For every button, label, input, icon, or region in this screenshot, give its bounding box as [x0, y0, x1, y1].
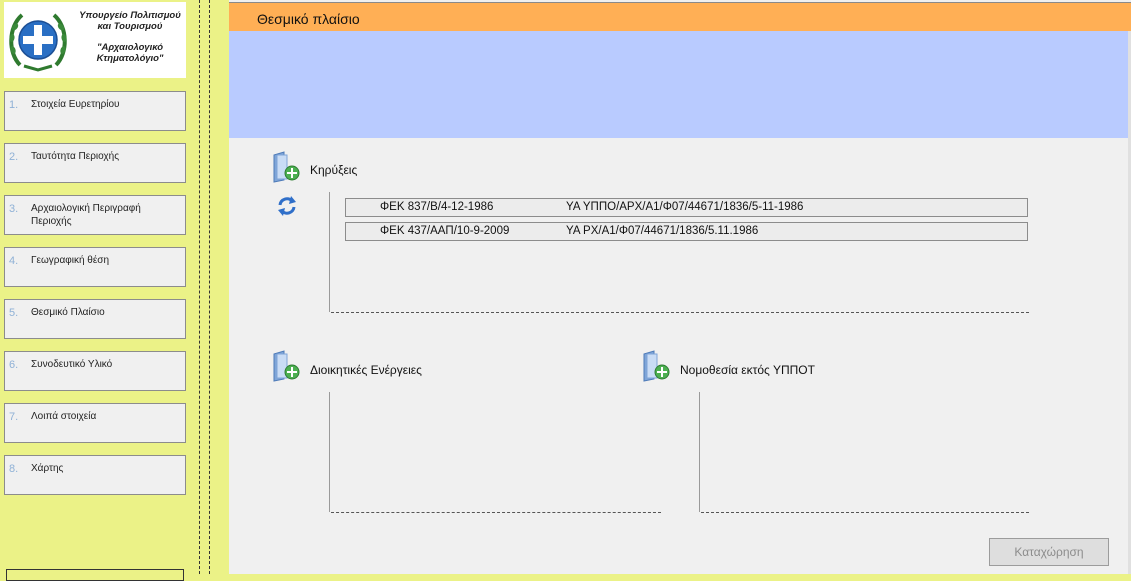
sidebar-item-area-identity[interactable]: 2. Ταυτότητα Περιοχής [4, 143, 186, 183]
project-name-line1: "Αρχαιολογικό [96, 42, 164, 53]
ministry-logo: Υπουργείο Πολιτισμού και Τουρισμού "Αρχα… [4, 2, 186, 78]
sidebar-item-geographic-location[interactable]: 4. Γεωγραφική θέση [4, 247, 186, 287]
admin-actions-panel-bottom [331, 512, 661, 513]
main-content: Θεσμικό πλαίσιο Κηρύξεις ΦΕΚ 837/Β/4-12-… [229, 0, 1131, 574]
sidebar-item-number: 3. [9, 203, 19, 215]
sidebar-item-map[interactable]: 8. Χάρτης [4, 455, 186, 495]
greek-emblem-icon [9, 13, 67, 72]
decision-reference: ΥΑ ΡΧ/Α1/Φ07/44671/1836/5.11.1986 [566, 225, 759, 237]
declarations-title: Κηρύξεις [310, 163, 358, 177]
legislation-panel-bottom [701, 512, 1029, 513]
sidebar: Υπουργείο Πολιτισμού και Τουρισμού "Αρχα… [0, 0, 200, 581]
sidebar-item-number: 4. [9, 255, 19, 267]
declarations-panel-border [329, 192, 330, 312]
sidebar-item-number: 6. [9, 359, 19, 371]
ministry-name: Υπουργείο Πολιτισμού και Τουρισμού [74, 10, 186, 32]
folder-add-icon[interactable] [272, 350, 300, 382]
sidebar-item-label: Γεωγραφική θέση [31, 255, 110, 266]
sidebar-item-label: Ταυτότητα Περιοχής [31, 151, 120, 162]
sidebar-item-label: Θεσμικό Πλαίσιο [31, 307, 105, 318]
fek-reference: ΦΕΚ 437/ΑΑΠ/10-9-2009 [380, 225, 510, 237]
sidebar-item-number: 1. [9, 99, 19, 111]
sidebar-item-label: Χάρτης [31, 463, 64, 474]
sidebar-item-number: 2. [9, 151, 19, 163]
divider [209, 0, 210, 574]
decision-reference: ΥΑ ΥΠΠΟ/ΑΡΧ/Α1/Φ07/44671/1836/5-11-1986 [566, 201, 804, 213]
sidebar-item-archaeological-description[interactable]: 3. Αρχαιολογική Περιγραφή Περιοχής [4, 195, 186, 235]
page-header: Θεσμικό πλαίσιο [229, 2, 1131, 32]
folder-add-icon[interactable] [272, 151, 300, 183]
legislation-panel-border [699, 392, 700, 512]
declaration-row[interactable]: ΦΕΚ 437/ΑΑΠ/10-9-2009 ΥΑ ΡΧ/Α1/Φ07/44671… [345, 222, 1028, 241]
sidebar-bottom-box [6, 569, 184, 581]
sidebar-item-number: 5. [9, 307, 19, 319]
sidebar-item-index-data[interactable]: 1. Στοιχεία Ευρετηρίου [4, 91, 186, 131]
project-name: "Αρχαιολογικό Κτηματολόγιο" [74, 42, 186, 64]
project-name-line2: Κτηματολόγιο" [96, 53, 164, 64]
sidebar-item-other-data[interactable]: 7. Λοιπά στοιχεία [4, 403, 186, 443]
sidebar-item-number: 7. [9, 411, 19, 423]
ministry-name-line1: Υπουργείο Πολιτισμού [79, 10, 181, 21]
admin-actions-panel-border [329, 392, 330, 512]
fek-reference: ΦΕΚ 837/Β/4-12-1986 [380, 201, 494, 213]
divider [199, 0, 200, 574]
declaration-row[interactable]: ΦΕΚ 837/Β/4-12-1986 ΥΑ ΥΠΠΟ/ΑΡΧ/Α1/Φ07/4… [345, 198, 1028, 217]
legislation-title: Νομοθεσία εκτός ΥΠΠΟΤ [680, 363, 815, 377]
sidebar-item-label: Στοιχεία Ευρετηρίου [31, 99, 120, 110]
sidebar-item-label: Λοιπά στοιχεία [31, 411, 97, 422]
admin-actions-title: Διοικητικές Ενέργειες [310, 363, 422, 377]
info-band [229, 31, 1131, 138]
refresh-icon[interactable] [276, 195, 298, 217]
page-title: Θεσμικό πλαίσιο [257, 11, 360, 27]
sidebar-item-label: Αρχαιολογική Περιγραφή Περιοχής [31, 203, 141, 227]
sidebar-item-label: Συνοδευτικό Υλικό [31, 359, 113, 370]
folder-add-icon[interactable] [642, 350, 670, 382]
sidebar-item-supporting-material[interactable]: 6. Συνοδευτικό Υλικό [4, 351, 186, 391]
sidebar-item-number: 8. [9, 463, 19, 475]
ministry-name-line2: και Τουρισμού [97, 21, 163, 32]
save-button[interactable]: Καταχώρηση [989, 538, 1109, 566]
declarations-panel-bottom [331, 312, 1029, 313]
sidebar-item-legal-framework[interactable]: 5. Θεσμικό Πλαίσιο [4, 299, 186, 339]
